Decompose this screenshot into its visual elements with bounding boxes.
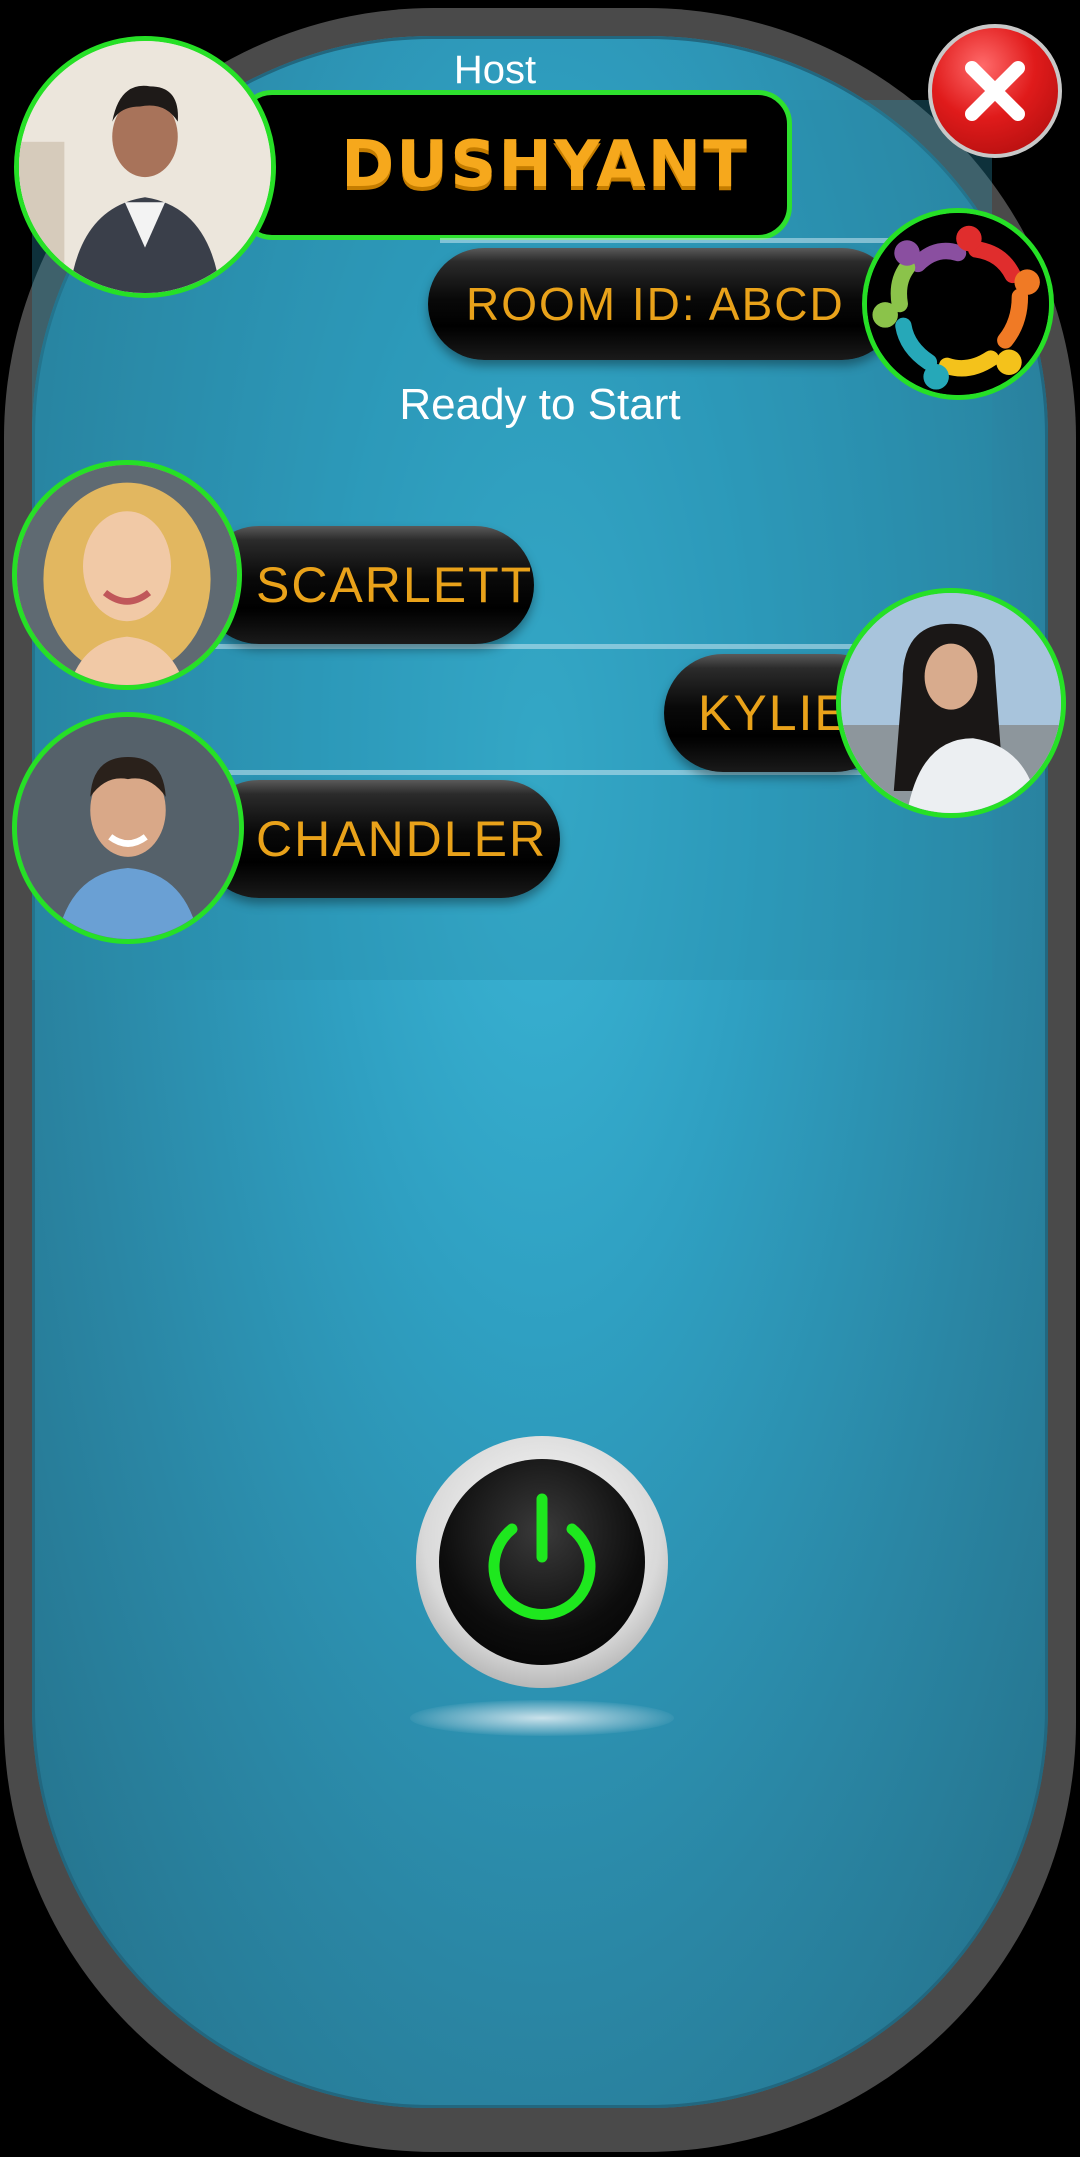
power-icon [488,1493,596,1620]
close-button[interactable] [928,24,1062,158]
power-button-shadow [410,1700,674,1736]
power-button-face [439,1459,645,1665]
room-id-bar: ROOM ID: ABCD [428,248,898,360]
room-group-avatar [862,208,1054,400]
player-avatar-image [841,593,1061,813]
host-name: DUSHYANT [341,128,749,202]
player-name-bar: SCARLETT [200,526,534,644]
player-avatar-image [17,717,239,939]
player-name: SCARLETT [256,557,534,613]
status-text: Ready to Start [399,380,681,429]
player-avatar[interactable] [12,460,242,690]
player-avatar[interactable] [12,712,244,944]
player-name: CHANDLER [256,811,548,867]
group-icon [867,213,1049,395]
room-id-text: ROOM ID: ABCD [466,278,845,330]
start-power-button[interactable] [416,1436,668,1688]
host-avatar[interactable] [14,36,276,298]
player-avatar-image [17,465,237,685]
player-name-bar: CHANDLER [200,780,560,898]
close-icon [965,61,1025,121]
host-label: Host [453,48,537,92]
host-name-bar: DUSHYANT [238,90,792,240]
player-avatar[interactable] [836,588,1066,818]
host-avatar-image [19,41,271,293]
player-divider [210,644,870,649]
